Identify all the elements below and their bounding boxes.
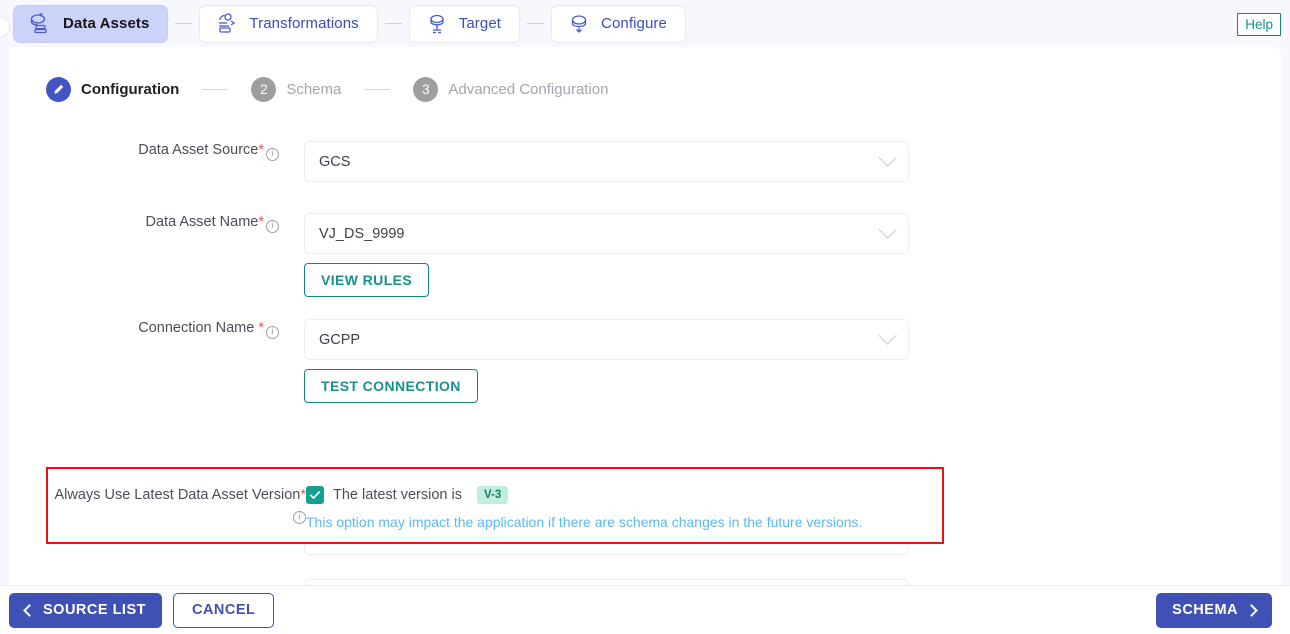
step-schema[interactable]: 2 Schema bbox=[251, 77, 341, 102]
field-row-connection-name: Connection Name *i GCPP TEST CONNECTION bbox=[9, 319, 1281, 403]
info-icon[interactable]: i bbox=[293, 511, 306, 524]
step-2-label: Schema bbox=[286, 81, 341, 98]
target-icon bbox=[424, 11, 450, 37]
chevron-down-icon bbox=[878, 326, 896, 344]
version-badge: V-3 bbox=[477, 486, 508, 504]
step-configuration[interactable]: Configuration bbox=[46, 77, 179, 102]
tab-separator bbox=[385, 23, 402, 24]
chevron-down-icon bbox=[878, 220, 896, 238]
tab-data-assets[interactable]: Data Assets bbox=[13, 5, 168, 43]
data-asset-name-label: Data Asset Name*i bbox=[9, 213, 304, 233]
transformations-icon bbox=[214, 11, 240, 37]
label-text: Data Asset Source bbox=[138, 142, 258, 158]
step-3-circle: 3 bbox=[413, 77, 438, 102]
step-separator bbox=[202, 89, 228, 90]
chevron-left-icon bbox=[23, 604, 36, 617]
data-assets-icon bbox=[28, 11, 54, 37]
chevron-right-icon bbox=[1245, 604, 1258, 617]
tab-list: Data Assets Transformations bbox=[0, 5, 686, 43]
wizard-tab-bar: Data Assets Transformations bbox=[0, 0, 1290, 47]
step-advanced-configuration[interactable]: 3 Advanced Configuration bbox=[413, 77, 608, 102]
tab-target[interactable]: Target bbox=[409, 5, 520, 43]
configure-icon bbox=[566, 11, 592, 37]
required-marker: * bbox=[258, 214, 264, 230]
help-button[interactable]: Help bbox=[1237, 13, 1281, 36]
info-icon[interactable]: i bbox=[266, 220, 279, 233]
pencil-icon bbox=[52, 83, 65, 96]
app-root: Data Assets Transformations bbox=[0, 0, 1290, 634]
step-1-label: Configuration bbox=[81, 81, 179, 98]
tab-transformations[interactable]: Transformations bbox=[199, 5, 377, 43]
required-marker: * bbox=[258, 320, 264, 336]
source-list-button[interactable]: SOURCE LIST bbox=[9, 593, 162, 628]
selected-value: GCPP bbox=[319, 332, 360, 348]
connection-name-field: GCPP TEST CONNECTION bbox=[304, 319, 909, 403]
data-asset-name-select[interactable]: VJ_DS_9999 bbox=[304, 213, 909, 254]
tab-label: Transformations bbox=[249, 15, 358, 32]
field-row-data-asset-source: Data Asset Source*i GCS bbox=[9, 141, 1281, 182]
tab-separator bbox=[175, 23, 192, 24]
latest-version-checkbox-line: The latest version is V-3 bbox=[306, 486, 916, 504]
schema-label: SCHEMA bbox=[1172, 602, 1238, 618]
latest-version-hint: This option may impact the application i… bbox=[306, 514, 916, 530]
data-asset-name-field: VJ_DS_9999 VIEW RULES bbox=[304, 213, 909, 297]
connection-name-label: Connection Name *i bbox=[9, 319, 304, 339]
step-2-circle: 2 bbox=[251, 77, 276, 102]
info-icon[interactable]: i bbox=[266, 148, 279, 161]
step-3-label: Advanced Configuration bbox=[448, 81, 608, 98]
selected-value: GCS bbox=[319, 154, 350, 170]
selected-value: VJ_DS_9999 bbox=[319, 226, 404, 242]
footer-left-actions: SOURCE LIST CANCEL bbox=[0, 593, 274, 628]
highlight-latest-version-section: Always Use Latest Data Asset Version*i T… bbox=[46, 467, 944, 544]
data-asset-source-field: GCS bbox=[304, 141, 909, 182]
tab-separator bbox=[527, 23, 544, 24]
wizard-stepper: Configuration 2 Schema 3 Advanced Config… bbox=[9, 47, 1281, 102]
check-icon bbox=[309, 489, 321, 501]
data-asset-source-label: Data Asset Source*i bbox=[9, 141, 304, 161]
field-row-data-asset-name: Data Asset Name*i VJ_DS_9999 VIEW RULES bbox=[9, 213, 1281, 297]
label-text: Always Use Latest Data Asset Version bbox=[55, 487, 301, 503]
field-row-latest-version: Always Use Latest Data Asset Version*i T… bbox=[48, 486, 942, 530]
label-text: Data Asset Name bbox=[146, 214, 259, 230]
view-rules-button[interactable]: VIEW RULES bbox=[304, 263, 429, 297]
latest-version-checkbox-text: The latest version is bbox=[333, 487, 462, 503]
source-list-label: SOURCE LIST bbox=[43, 602, 146, 618]
tab-label: Target bbox=[459, 15, 501, 32]
required-marker: * bbox=[258, 142, 264, 158]
label-text: Connection Name bbox=[138, 320, 258, 336]
cancel-button[interactable]: CANCEL bbox=[173, 593, 274, 628]
tab-label: Configure bbox=[601, 15, 667, 32]
content-card: Configuration 2 Schema 3 Advanced Config… bbox=[9, 47, 1281, 585]
step-1-circle bbox=[46, 77, 71, 102]
tab-configure[interactable]: Configure bbox=[551, 5, 686, 43]
schema-button[interactable]: SCHEMA bbox=[1156, 593, 1272, 628]
info-icon[interactable]: i bbox=[266, 326, 279, 339]
step-separator bbox=[364, 89, 390, 90]
footer-right-actions: SCHEMA bbox=[1156, 593, 1290, 628]
chevron-down-icon bbox=[878, 148, 896, 166]
data-asset-source-select[interactable]: GCS bbox=[304, 141, 909, 182]
latest-version-label: Always Use Latest Data Asset Version*i bbox=[48, 486, 306, 524]
latest-version-checkbox[interactable] bbox=[306, 486, 324, 504]
tab-label: Data Assets bbox=[63, 15, 149, 32]
footer-action-bar: SOURCE LIST CANCEL SCHEMA bbox=[0, 585, 1290, 634]
latest-version-field: The latest version is V-3 This option ma… bbox=[306, 486, 916, 530]
connection-name-select[interactable]: GCPP bbox=[304, 319, 909, 360]
test-connection-button[interactable]: TEST CONNECTION bbox=[304, 369, 478, 403]
